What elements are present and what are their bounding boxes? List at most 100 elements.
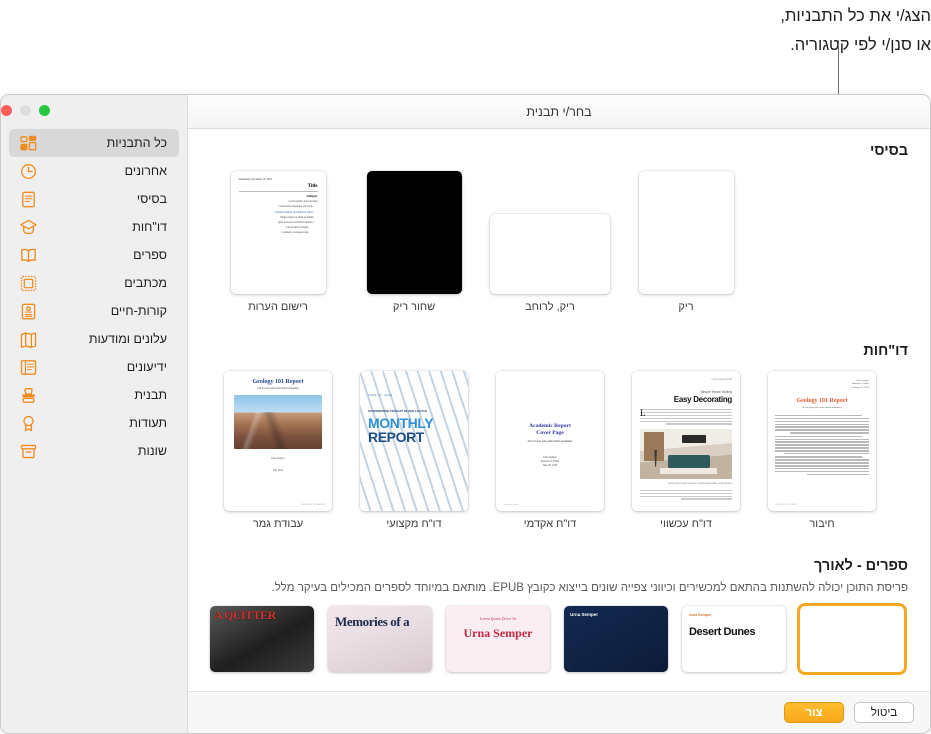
template-label: דו"ח מקצועי — [386, 518, 442, 530]
sidebar-item-basic[interactable]: בסיסי — [9, 185, 179, 213]
book-thumbnail[interactable]: A QUITTER — [210, 606, 314, 672]
create-button[interactable]: צור — [784, 702, 844, 723]
stamp-frame-icon — [19, 274, 38, 293]
book-thumbnail-selected[interactable] — [800, 606, 904, 672]
book-thumbnail[interactable]: Memories of a — [328, 606, 432, 672]
section-heading: ספרים - לאורך — [813, 558, 908, 574]
template-cell-academic-report[interactable]: Academic Report Cover Page Sed ut lacus … — [482, 371, 618, 530]
template-cell-notes[interactable]: Wednesday, December 18, 2019 Title Subje… — [210, 171, 346, 313]
template-label: ריק — [678, 301, 694, 313]
sidebar-item-reports[interactable]: דו"חות — [9, 213, 179, 241]
academic-subtitle: Sed ut lacus quis enim mattis nonummy — [527, 440, 573, 443]
notes-bullet: Laboris nisi ut aliquip — [285, 226, 309, 230]
template-chooser-window: בחר/י תבנית בסיסי Wednesday, December 18… — [0, 94, 931, 734]
section-books-portrait: ספרים - לאורך פריסת התוכן יכולה להשתנות … — [188, 544, 930, 672]
template-thumbnail[interactable] — [366, 171, 462, 294]
template-label: רישום הערות — [248, 301, 308, 313]
template-thumbnail[interactable]: JUNE 17, 2020 SUSPENDISSE FEUGIAT MI SED… — [360, 371, 468, 511]
template-cell-blank[interactable]: ריק — [618, 171, 754, 313]
window-titlebar: בחר/י תבנית — [188, 95, 930, 129]
template-cell-black-blank[interactable]: שחור ריק — [346, 171, 482, 313]
template-thumbnail[interactable]: Wednesday, December 18, 2019 Title Subje… — [230, 171, 326, 294]
notes-rule — [238, 191, 318, 192]
book-kicker: Lorem Ipsum Dolor Sit — [479, 616, 517, 621]
template-scroll-area[interactable]: בסיסי Wednesday, December 18, 2019 Title… — [188, 129, 930, 691]
essay-body-text — [775, 414, 869, 476]
academic-cover-art: Academic Report Cover Page Sed ut lacus … — [496, 371, 604, 506]
template-thumbnail[interactable] — [638, 171, 734, 294]
template-label: דו"ח עכשווי — [660, 518, 712, 530]
sidebar-item-recents[interactable]: אחרונים — [9, 157, 179, 185]
template-thumbnail[interactable]: Lorem Ipsum Dolor Simple Home Styling Ea… — [632, 371, 740, 511]
book-thumbnail[interactable]: Urna Semper — [564, 606, 668, 672]
sidebar-item-resumes[interactable]: קורות-חיים — [9, 297, 179, 325]
essay-subtitle: Sed ut lacus quis enim mattis nonummy — [802, 405, 842, 409]
interior-photo — [640, 428, 732, 479]
sidebar-item-brochures[interactable]: עלונים ומודעות — [9, 325, 179, 353]
essay-date: February 20, 2019 — [851, 385, 869, 389]
sidebar-item-certificates[interactable]: תעודות — [9, 409, 179, 437]
book-thumbnail[interactable]: Lorem Ipsum Dolor Sit Urna Semper — [446, 606, 550, 672]
brochure-icon — [19, 330, 38, 349]
sidebar-item-books[interactable]: ספרים — [9, 241, 179, 269]
sidebar-item-all-templates[interactable]: כל התבניות — [9, 129, 179, 157]
main-pane: בחר/י תבנית בסיסי Wednesday, December 18… — [187, 95, 930, 733]
template-cell-professional-report[interactable]: JUNE 17, 2020 SUSPENDISSE FEUGIAT MI SED… — [346, 371, 482, 530]
notes-bullet: Lorem ipsum dolor sit amet — [288, 200, 318, 204]
template-cell-essay[interactable]: Uma Semper Instructor's Name February 20… — [754, 371, 890, 530]
monthly-line1: MONTHLY — [368, 415, 434, 432]
decorating-subtitle: Simple Home Styling — [700, 390, 732, 394]
academic-date: June 20, 2020 — [542, 464, 558, 467]
decorating-body-text-2 — [640, 489, 732, 500]
callout-line-2: או סנן/י לפי קטגוריה. — [790, 36, 931, 54]
notes-date: Wednesday, December 18, 2019 — [238, 178, 272, 181]
grid-icon — [19, 134, 38, 153]
section-reports: דו"חות Geology 101 Report Sed ut lacus q… — [188, 329, 930, 530]
template-cell-thesis[interactable]: Geology 101 Report Sed ut lacus quis eni… — [210, 371, 346, 530]
template-cell-contemporary-report[interactable]: Lorem Ipsum Dolor Simple Home Styling Ea… — [618, 371, 754, 530]
maximize-button[interactable] — [39, 104, 50, 116]
decorating-dropcap: L — [640, 408, 646, 418]
template-thumbnail[interactable]: Uma Semper Instructor's Name February 20… — [768, 371, 876, 511]
rubber-stamp-icon — [19, 386, 38, 405]
geology-cover-art: Geology 101 Report Sed ut lacus quis eni… — [224, 371, 332, 506]
section-heading: בסיסי — [870, 143, 908, 159]
template-thumbnail[interactable]: Geology 101 Report Sed ut lacus quis eni… — [224, 371, 332, 511]
book-thumbnail[interactable]: Urna Semper Desert Dunes — [682, 606, 786, 672]
notes-bullet: Quis nostrud exercitation ullamco — [278, 220, 314, 224]
template-label: חיבור — [809, 518, 835, 530]
template-thumbnail[interactable] — [490, 214, 610, 294]
close-button[interactable] — [1, 104, 12, 116]
book-kicker: Urna Semper — [689, 613, 712, 617]
category-sidebar: כל התבניות אחרונים בסיסי דו"חות ספרים מכ… — [1, 95, 187, 733]
academic-footer: Academic Report — [503, 504, 519, 506]
template-thumbnail[interactable]: Academic Report Cover Page Sed ut lacus … — [496, 371, 604, 511]
minimize-button[interactable] — [20, 104, 31, 116]
sidebar-list: כל התבניות אחרונים בסיסי דו"חות ספרים מכ… — [1, 125, 187, 465]
monthly-kicker: SUSPENDISSE FEUGIAT MI SED LECTUS — [368, 409, 428, 413]
sidebar-item-label: אחרונים — [124, 164, 167, 178]
essay-art: Uma Semper Instructor's Name February 20… — [768, 371, 876, 506]
section-description: פריסת התוכן יכולה להשתנות בהתאם למכשירים… — [271, 582, 909, 594]
sidebar-item-newsletters[interactable]: ידיעונים — [9, 353, 179, 381]
sidebar-item-label: בסיסי — [136, 192, 167, 206]
callout-line-1: הצג/י את כל התבניות, — [780, 7, 931, 25]
award-icon — [19, 414, 38, 433]
geology-author: Uma Semper — [271, 456, 285, 460]
template-cell-blank-landscape[interactable]: ריק, לרוחב — [482, 214, 618, 313]
sidebar-item-misc[interactable]: שונות — [9, 437, 179, 465]
geology-title: Geology 101 Report — [252, 379, 304, 385]
sidebar-item-template[interactable]: תבנית — [9, 381, 179, 409]
template-label: דו"ח אקדמי — [523, 518, 577, 530]
book-kicker: Urna Semper — [570, 612, 599, 617]
geology-term: Fall 2019 — [273, 468, 283, 472]
sidebar-item-letters[interactable]: מכתבים — [9, 269, 179, 297]
academic-title-line2: Cover Page — [536, 430, 564, 436]
cancel-button[interactable]: ביטול — [854, 702, 914, 723]
book-title: Desert Dunes — [689, 626, 756, 638]
notes-bullet: Magna aliqua ut enim ad minim — [280, 215, 314, 219]
monthly-date: JUNE 17, 2020 — [368, 393, 393, 397]
graduation-icon — [19, 218, 38, 237]
sidebar-item-label: מכתבים — [124, 276, 167, 290]
academic-page-number: 1 — [595, 504, 597, 506]
